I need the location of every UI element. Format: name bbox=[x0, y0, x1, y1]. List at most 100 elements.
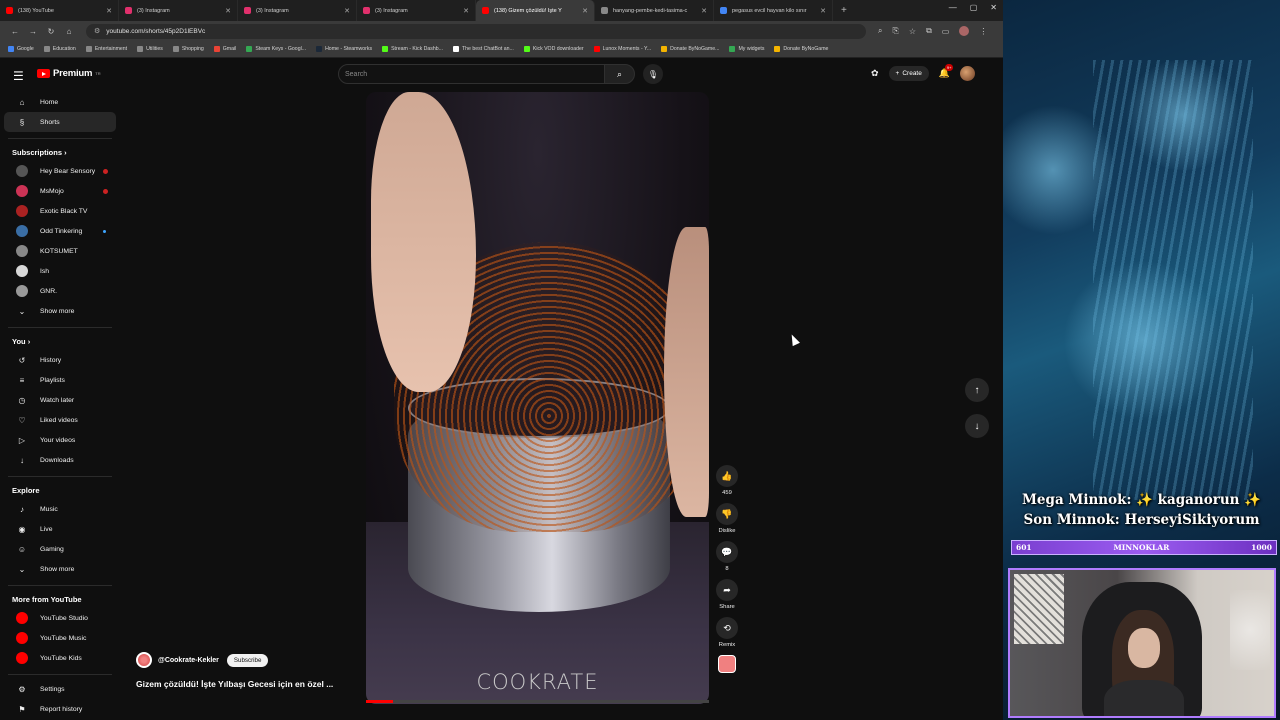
sidepanel-icon[interactable]: ▭ bbox=[942, 27, 950, 36]
browser-tab[interactable]: (3) Instagram ✕ bbox=[238, 0, 357, 21]
bookmark-label: Utilities bbox=[146, 46, 163, 52]
dislike-button[interactable]: 👎 bbox=[716, 503, 738, 525]
bookmark-item[interactable]: Utilities bbox=[137, 46, 163, 52]
reload-icon[interactable]: ↻ bbox=[42, 27, 60, 36]
forward-icon[interactable]: → bbox=[24, 27, 42, 36]
voice-search-button[interactable]: 🎙 bbox=[643, 64, 663, 84]
site-info-icon[interactable]: ⚙ bbox=[94, 27, 100, 35]
bookmark-item[interactable]: Home - Steamworks bbox=[316, 46, 372, 52]
sound-avatar[interactable] bbox=[718, 655, 736, 673]
bookmark-item[interactable]: Entertainment bbox=[85, 46, 127, 52]
menu-icon[interactable]: ⋮ bbox=[979, 27, 987, 36]
bookmark-item[interactable]: Gmail bbox=[213, 46, 236, 52]
back-icon[interactable]: ← bbox=[6, 27, 24, 36]
show-more-explore[interactable]: ⌄ Show more bbox=[4, 559, 116, 579]
sidebar-item-watch-later[interactable]: ◷ Watch later bbox=[4, 390, 116, 410]
bookmark-item[interactable]: My widgets bbox=[729, 46, 764, 52]
bookmark-icon bbox=[452, 46, 459, 52]
minimize-button[interactable]: — bbox=[949, 3, 957, 12]
close-icon[interactable]: ✕ bbox=[344, 7, 350, 15]
sidebar-item-gnr-[interactable]: GNR. bbox=[4, 281, 116, 301]
sidebar-item-home[interactable]: ⌂ Home bbox=[4, 92, 116, 112]
search-button[interactable]: ⌕ bbox=[604, 64, 635, 84]
next-short-button[interactable]: ↓ bbox=[965, 414, 989, 438]
bookmark-star-icon[interactable]: ☆ bbox=[909, 27, 916, 36]
sidebar-item-live[interactable]: ◉ Live bbox=[4, 519, 116, 539]
video-progress-bar[interactable] bbox=[366, 700, 709, 703]
sidebar-item-ish[interactable]: Ish bbox=[4, 261, 116, 281]
sidebar-item-youtube-studio[interactable]: YouTube Studio bbox=[4, 608, 116, 628]
browser-tab[interactable]: (3) Instagram ✕ bbox=[357, 0, 476, 21]
bookmark-item[interactable]: The best ChatBot an... bbox=[452, 46, 514, 52]
subscriptions-heading[interactable]: Subscriptions › bbox=[0, 143, 120, 161]
subscribe-button[interactable]: Subscribe bbox=[226, 653, 269, 667]
remix-button[interactable]: ⟲ bbox=[716, 617, 738, 639]
you-heading[interactable]: You › bbox=[0, 332, 120, 350]
close-icon[interactable]: ✕ bbox=[701, 7, 707, 15]
close-icon[interactable]: ✕ bbox=[463, 7, 469, 15]
show-more-subscriptions[interactable]: ⌄ Show more bbox=[4, 301, 116, 321]
browser-tab[interactable]: hanyang-pembe-kedi-tasima-c ✕ bbox=[595, 0, 714, 21]
like-button[interactable]: 👍 bbox=[716, 465, 738, 487]
tab-title: pegasus evcil hayvan kilo sınır bbox=[732, 7, 807, 14]
sidebar-item-kotsumet[interactable]: KOTSUMET bbox=[4, 241, 116, 261]
bookmark-item[interactable]: Shopping bbox=[172, 46, 204, 52]
sidebar-item-music[interactable]: ♪ Music bbox=[4, 499, 116, 519]
sidebar-item-odd-tinkering[interactable]: Odd Tinkering bbox=[4, 221, 116, 241]
sidebar-item-msmojo[interactable]: MsMojo bbox=[4, 181, 116, 201]
bookmark-item[interactable]: Stream - Kick Dashb... bbox=[382, 46, 443, 52]
sidebar-item-shorts[interactable]: § Shorts bbox=[4, 112, 116, 132]
short-title[interactable]: Gizem çözüldü! İşte Yılbaşı Gecesi için … bbox=[136, 679, 358, 689]
sidebar-item-report-history[interactable]: ⚑ Report history bbox=[4, 699, 116, 719]
sidebar-item-your-videos[interactable]: ▷ Your videos bbox=[4, 430, 116, 450]
sidebar-item-history[interactable]: ↺ History bbox=[4, 350, 116, 370]
previous-short-button[interactable]: ↑ bbox=[965, 378, 989, 402]
bookmark-item[interactable]: Donate ByNoGame bbox=[774, 46, 828, 52]
sidebar-item-downloads[interactable]: ↓ Downloads bbox=[4, 450, 116, 470]
channel-name[interactable]: @Cookrate-Kekler bbox=[158, 657, 219, 664]
new-tab-button[interactable]: + bbox=[841, 5, 847, 16]
bookmark-item[interactable]: Kick VOD downloader bbox=[523, 46, 584, 52]
browser-tab[interactable]: pegasus evcil hayvan kilo sınır ✕ bbox=[714, 0, 833, 21]
sidebar-item-gaming[interactable]: ☺ Gaming bbox=[4, 539, 116, 559]
create-button[interactable]: + Create bbox=[888, 66, 929, 81]
sidebar-item-hey-bear-sensory[interactable]: Hey Bear Sensory bbox=[4, 161, 116, 181]
sidebar-item-youtube-music[interactable]: YouTube Music bbox=[4, 628, 116, 648]
comments-button[interactable]: 💬 bbox=[716, 541, 738, 563]
url-field[interactable]: ⚙ youtube.com/shorts/45p2D1lEBVc bbox=[86, 23, 866, 39]
browser-tab[interactable]: (138) YouTube ✕ bbox=[0, 0, 119, 21]
gear-icon[interactable]: ✿ bbox=[871, 68, 879, 79]
browser-tab[interactable]: (138) Gizem çözüldü! İşte Y ✕ bbox=[476, 0, 595, 21]
sidebar-item-playlists[interactable]: ≡ Playlists bbox=[4, 370, 116, 390]
browser-tab[interactable]: (3) Instagram ✕ bbox=[119, 0, 238, 21]
close-icon[interactable]: ✕ bbox=[582, 7, 588, 15]
profile-avatar[interactable] bbox=[959, 26, 970, 36]
share-button[interactable]: ➦ bbox=[716, 579, 738, 601]
bookmark-item[interactable]: Donate ByNoGame... bbox=[661, 46, 719, 52]
hamburger-menu-icon[interactable]: ☰ bbox=[13, 69, 24, 83]
close-icon[interactable]: ✕ bbox=[820, 7, 826, 15]
channel-avatar[interactable] bbox=[136, 652, 152, 668]
sidebar-item-exotic-black-tv[interactable]: Exotic Black TV bbox=[4, 201, 116, 221]
close-icon[interactable]: ✕ bbox=[225, 7, 231, 15]
chevron-down-icon: ⌄ bbox=[18, 306, 26, 316]
bookmark-item[interactable]: Steam Keys - Googl... bbox=[246, 46, 306, 52]
bookmark-item[interactable]: Google bbox=[8, 46, 34, 52]
maximize-button[interactable]: ▢ bbox=[970, 3, 978, 12]
account-avatar[interactable] bbox=[960, 66, 976, 81]
youtube-logo[interactable]: Premium TR bbox=[37, 68, 101, 79]
bookmark-item[interactable]: Lunox Moments - Y... bbox=[593, 46, 651, 52]
home-button-icon[interactable]: ⌂ bbox=[60, 27, 78, 36]
extensions-icon[interactable]: ⧉ bbox=[926, 26, 932, 36]
install-icon[interactable]: ⎘ bbox=[892, 26, 898, 36]
close-icon[interactable]: ✕ bbox=[106, 7, 112, 15]
short-video-player[interactable]: COOKRATE bbox=[366, 92, 709, 704]
sidebar-item-liked-videos[interactable]: ♡ Liked videos bbox=[4, 410, 116, 430]
bookmark-item[interactable]: Education bbox=[43, 46, 76, 52]
notifications-button[interactable]: 🔔 9+ bbox=[939, 64, 954, 79]
search-input[interactable]: Search bbox=[338, 64, 606, 84]
close-window-button[interactable]: ✕ bbox=[990, 3, 997, 12]
zoom-icon[interactable]: ⌕ bbox=[878, 26, 882, 36]
sidebar-item-youtube-kids[interactable]: YouTube Kids bbox=[4, 648, 116, 668]
sidebar-item-settings[interactable]: ⚙ Settings bbox=[4, 679, 116, 699]
